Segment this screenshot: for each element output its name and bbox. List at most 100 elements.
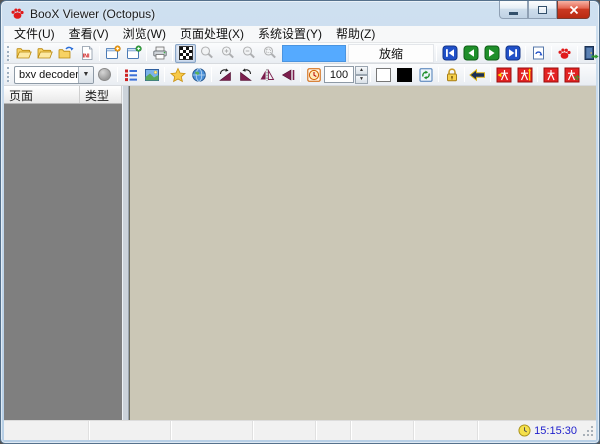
fit-height-button[interactable] <box>514 65 535 84</box>
flip-horizontal-button[interactable] <box>256 65 277 84</box>
separator <box>438 67 439 82</box>
favorite-star-button[interactable] <box>167 65 188 84</box>
maximize-icon <box>538 6 547 14</box>
next-page-button[interactable] <box>481 44 502 63</box>
timer-clock-button[interactable] <box>303 65 324 84</box>
maximize-button[interactable] <box>528 0 557 19</box>
status-panel <box>414 421 478 440</box>
exit-icon <box>583 45 599 61</box>
menu-help[interactable]: 帮助(Z) <box>329 26 382 42</box>
open-folder-alt-icon <box>37 45 53 61</box>
chevron-down-icon[interactable]: ▼ <box>78 67 93 83</box>
page-list-header: 页面 类型 <box>4 86 122 104</box>
image-view-icon <box>144 67 160 83</box>
minimize-icon <box>509 12 518 15</box>
panel-splitter[interactable] <box>122 86 129 420</box>
menu-system-settings[interactable]: 系统设置(Y) <box>251 26 329 42</box>
rotate-left-button[interactable] <box>235 65 256 84</box>
separator <box>146 46 147 61</box>
exit-button[interactable] <box>580 44 600 63</box>
add-page-orange-button[interactable] <box>102 44 123 63</box>
separator <box>370 67 371 82</box>
zoom-value-box[interactable] <box>282 45 346 62</box>
pan-tool-button[interactable] <box>196 44 217 63</box>
title-bar[interactable]: BooX Viewer (Octopus) <box>1 1 599 26</box>
main-toolbar: INI <box>4 43 596 64</box>
separator <box>172 46 173 61</box>
fit-original-button[interactable] <box>561 65 582 84</box>
prev-page-button[interactable] <box>460 44 481 63</box>
decoder-combo[interactable]: bxv decoder ▼ <box>14 66 94 84</box>
rotate-right-button[interactable] <box>214 65 235 84</box>
spin-down-icon[interactable]: ▼ <box>355 75 368 84</box>
checkerboard-view-icon <box>179 46 193 60</box>
menu-browse[interactable]: 浏览(W) <box>116 26 173 42</box>
toolbar-grip[interactable] <box>7 67 10 82</box>
ini-file-button[interactable]: INI <box>76 44 97 63</box>
spin-up-icon[interactable]: ▲ <box>355 66 368 75</box>
print-button[interactable] <box>149 44 170 63</box>
black-color-swatch[interactable] <box>397 68 412 82</box>
zoom-out-button[interactable] <box>238 44 259 63</box>
about-paw-button[interactable] <box>554 44 575 63</box>
open-folder-alt-button[interactable] <box>34 44 55 63</box>
image-view-button[interactable] <box>141 65 162 84</box>
fit-page-button[interactable] <box>540 65 561 84</box>
checkerboard-view-button[interactable] <box>175 44 196 63</box>
globe-button[interactable] <box>188 65 209 84</box>
menu-page-process[interactable]: 页面处理(X) <box>173 26 251 42</box>
refresh-page-button[interactable] <box>415 65 436 84</box>
paw-icon <box>10 6 25 21</box>
lock-icon <box>444 67 460 83</box>
undo-arrow-icon <box>469 67 486 83</box>
column-header-page[interactable]: 页面 <box>4 86 80 103</box>
goto-page-button[interactable] <box>528 44 549 63</box>
column-header-type[interactable]: 类型 <box>80 86 122 103</box>
flip-vertical-button[interactable] <box>277 65 298 84</box>
add-page-green-button[interactable] <box>123 44 144 63</box>
favorite-star-icon <box>170 67 186 83</box>
print-icon <box>152 45 168 61</box>
first-page-button[interactable] <box>439 44 460 63</box>
page-list-body <box>4 104 122 420</box>
open-folder-button[interactable] <box>13 44 34 63</box>
menu-view[interactable]: 查看(V) <box>62 26 116 42</box>
lock-button[interactable] <box>441 65 462 84</box>
zoom-mode-button[interactable]: 放缩 <box>348 44 434 63</box>
paw-icon <box>557 46 572 61</box>
close-button[interactable] <box>557 0 590 19</box>
fit-width-button[interactable] <box>493 65 514 84</box>
toolbar-grip[interactable] <box>7 46 10 61</box>
status-panel <box>4 421 89 440</box>
zoom-out-icon <box>241 45 257 61</box>
fit-original-icon <box>564 67 580 83</box>
zoom-percent-stepper[interactable]: ▲ ▼ <box>355 66 368 83</box>
flip-horizontal-icon <box>259 67 275 83</box>
white-color-swatch[interactable] <box>376 68 391 82</box>
folder-refresh-button[interactable] <box>55 44 76 63</box>
menu-file[interactable]: 文件(U) <box>7 26 62 42</box>
app-window: BooX Viewer (Octopus) 文件(U) 查看(V) 浏览(W) … <box>0 0 600 444</box>
clock-icon <box>518 424 531 437</box>
separator <box>117 67 118 82</box>
first-page-icon <box>442 45 458 61</box>
fit-page-icon <box>543 67 559 83</box>
tools-toolbar: bxv decoder ▼ <box>4 64 596 86</box>
zoom-in-button[interactable] <box>217 44 238 63</box>
status-panel <box>316 421 351 440</box>
caption-buttons <box>499 0 590 19</box>
fit-height-icon <box>517 67 533 83</box>
folder-refresh-icon <box>58 45 74 61</box>
refresh-page-icon <box>418 67 434 83</box>
zoom-percent-field[interactable]: 100 <box>324 66 354 83</box>
undo-arrow-button[interactable] <box>467 65 488 84</box>
last-page-button[interactable] <box>502 44 523 63</box>
page-list-panel: 页面 类型 <box>4 86 122 420</box>
minimize-button[interactable] <box>499 0 528 19</box>
resize-grip[interactable] <box>581 424 594 437</box>
status-panel <box>253 421 316 440</box>
document-canvas <box>129 86 596 420</box>
zoom-region-button[interactable] <box>259 44 280 63</box>
thumbnail-list-button[interactable] <box>120 65 141 84</box>
separator <box>300 67 301 82</box>
